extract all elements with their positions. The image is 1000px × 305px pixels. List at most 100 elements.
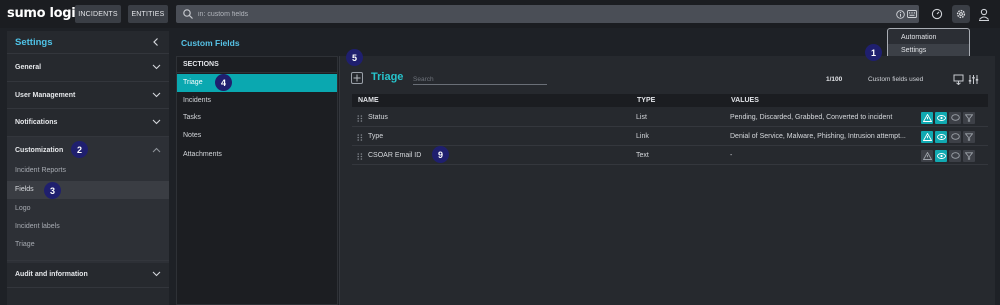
field-search[interactable]: [413, 74, 547, 85]
visibility-toggle[interactable]: [935, 112, 947, 124]
fields-count-label: Custom fields used: [868, 76, 924, 83]
global-search[interactable]: [176, 5, 919, 23]
row-actions: [921, 112, 975, 124]
eye-icon: [936, 134, 946, 140]
drag-handle-icon[interactable]: [357, 134, 363, 141]
panel-title: Triage: [371, 71, 404, 83]
section-label: Notifications: [15, 118, 58, 126]
sidebar-section-audit[interactable]: Audit and information: [7, 260, 169, 287]
field-values: Denial of Service, Malware, Phishing, In…: [730, 133, 906, 140]
keyboard-icon[interactable]: [907, 9, 917, 19]
section-item-tasks[interactable]: Tasks: [177, 109, 337, 127]
section-label: Customization: [15, 146, 64, 154]
fields-count: 1/100: [826, 76, 843, 83]
sidebar-item-incident-labels[interactable]: Incident labels: [7, 218, 169, 236]
callout-marker: 3: [44, 182, 61, 199]
sidebar-section-notifications[interactable]: Notifications: [7, 108, 169, 135]
column-values[interactable]: VALUES: [731, 94, 759, 107]
drag-handle-icon[interactable]: [357, 153, 363, 160]
callout-marker: 2: [71, 141, 88, 158]
section-item-triage[interactable]: Triage: [177, 74, 337, 92]
field-name: CSOAR Email ID: [368, 152, 422, 159]
filter-toggle[interactable]: [963, 131, 975, 143]
callout-marker: 4: [215, 74, 232, 91]
fields-panel: Triage 1/100 Custom fields used NAME TYP…: [339, 56, 995, 305]
field-type: Text: [636, 152, 649, 159]
search-icon: [183, 9, 193, 19]
comment-toggle[interactable]: [949, 131, 961, 143]
chevron-up-icon: [152, 147, 161, 153]
callout-marker: 5: [346, 49, 363, 66]
chevron-down-icon: [152, 119, 161, 125]
user-icon: [979, 8, 989, 21]
field-values: -: [730, 152, 733, 159]
entities-button[interactable]: ENTITIES: [128, 5, 168, 23]
warning-icon: [922, 133, 932, 141]
warning-icon: [922, 114, 932, 122]
visibility-toggle[interactable]: [935, 150, 947, 162]
collapse-icon[interactable]: [151, 37, 161, 47]
field-search-input[interactable]: [413, 76, 547, 83]
panel-header: Triage 1/100 Custom fields used: [340, 68, 996, 88]
warning-icon: [922, 152, 932, 160]
visibility-toggle[interactable]: [935, 131, 947, 143]
incidents-button[interactable]: INCIDENTS: [75, 5, 121, 23]
sidebar-title: Settings: [15, 36, 53, 48]
row-actions: [921, 131, 975, 143]
sections-panel: SECTIONS Triage Incidents Tasks Notes At…: [176, 56, 338, 305]
help-button[interactable]: [928, 5, 946, 23]
section-item-notes[interactable]: Notes: [177, 127, 337, 145]
filter-icon: [965, 133, 973, 141]
field-values: Pending, Discarded, Grabbed, Converted t…: [730, 114, 893, 121]
table-header: NAME TYPE VALUES: [352, 94, 988, 107]
sidebar-section-customization[interactable]: Customization: [7, 136, 169, 163]
comment-icon: [950, 133, 960, 140]
plus-icon: [353, 74, 361, 82]
sidebar-divider: [7, 287, 169, 305]
filter-toggle[interactable]: [963, 150, 975, 162]
search-input[interactable]: [198, 10, 878, 18]
settings-sidebar: Settings General User Management Notific…: [7, 31, 169, 305]
row-actions: [921, 150, 975, 162]
section-item-incidents[interactable]: Incidents: [177, 92, 337, 110]
sidebar-section-user-management[interactable]: User Management: [7, 81, 169, 108]
drag-handle-icon[interactable]: [357, 115, 363, 122]
gear-icon: [956, 9, 966, 19]
info-icon[interactable]: [895, 9, 905, 19]
speedometer-icon: [931, 8, 943, 20]
user-button[interactable]: [975, 5, 993, 23]
section-item-attachments[interactable]: Attachments: [177, 146, 337, 164]
customization-submenu: Incident Reports Fields Logo Incident la…: [7, 162, 169, 263]
warning-toggle[interactable]: [921, 112, 933, 124]
comment-toggle[interactable]: [949, 150, 961, 162]
filter-toggle[interactable]: [963, 112, 975, 124]
comment-icon: [950, 114, 960, 121]
chevron-down-icon: [152, 64, 161, 70]
sections-header: SECTIONS: [177, 57, 337, 73]
column-type[interactable]: TYPE: [637, 94, 655, 107]
section-label: Audit and information: [15, 270, 88, 278]
add-field-button[interactable]: [351, 72, 363, 84]
section-label: User Management: [15, 91, 76, 99]
sidebar-item-logo[interactable]: Logo: [7, 200, 169, 218]
field-name: Status: [368, 114, 388, 121]
warning-toggle[interactable]: [921, 150, 933, 162]
sidebar-section-general[interactable]: General: [7, 53, 169, 80]
menu-item-automation[interactable]: Automation: [888, 31, 969, 44]
comment-icon: [950, 152, 960, 159]
warning-toggle[interactable]: [921, 131, 933, 143]
download-icon[interactable]: [953, 74, 964, 85]
sidebar-item-triage[interactable]: Triage: [7, 236, 169, 254]
chevron-down-icon: [152, 271, 161, 277]
sliders-icon[interactable]: [968, 74, 979, 85]
eye-icon: [936, 115, 946, 121]
filter-icon: [965, 152, 973, 160]
settings-button[interactable]: [952, 5, 970, 23]
column-name[interactable]: NAME: [358, 94, 379, 107]
eye-icon: [936, 153, 946, 159]
sidebar-item-fields[interactable]: Fields: [7, 181, 169, 199]
table-row[interactable]: Status List Pending, Discarded, Grabbed,…: [352, 109, 988, 127]
table-row[interactable]: Type Link Denial of Service, Malware, Ph…: [352, 128, 988, 146]
comment-toggle[interactable]: [949, 112, 961, 124]
sidebar-item-incident-reports[interactable]: Incident Reports: [7, 162, 169, 180]
